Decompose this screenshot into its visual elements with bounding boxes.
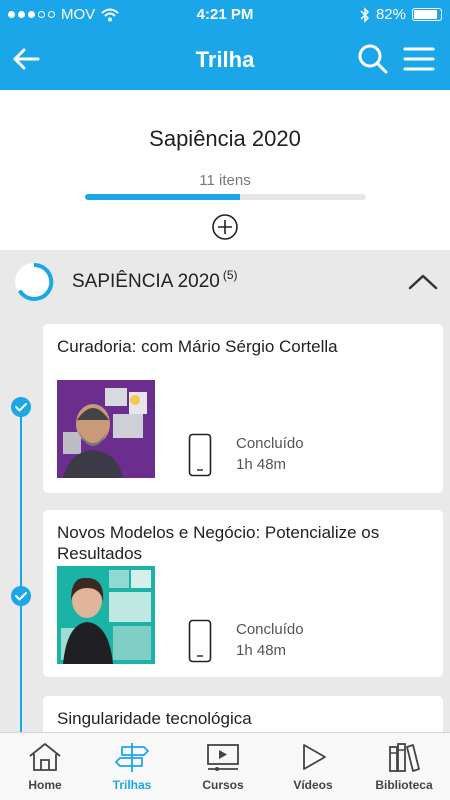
phone-device-icon: [188, 619, 212, 663]
tab-label: Vídeos: [293, 778, 333, 792]
section-title: SAPIÊNCIA 2020 (5): [72, 268, 238, 293]
play-icon: [303, 744, 326, 770]
tab-cursos[interactable]: Cursos: [178, 733, 268, 800]
home-icon: [29, 743, 61, 771]
trail-header: Sapiência 2020 11 itens: [0, 90, 450, 250]
bluetooth-icon: [360, 6, 370, 23]
signpost-icon: [115, 743, 149, 772]
battery-percent: 82%: [375, 6, 406, 23]
tab-label: Biblioteca: [375, 778, 433, 792]
tab-label: Cursos: [202, 778, 244, 792]
course-card[interactable]: Curadoria: com Mário Sérgio Cortella Con…: [43, 324, 443, 493]
section-header[interactable]: SAPIÊNCIA 2020 (5): [0, 250, 450, 314]
course-status: Concluído: [236, 435, 304, 452]
tab-biblioteca[interactable]: Biblioteca: [359, 733, 449, 800]
trail-progress-fill: [85, 194, 240, 200]
course-card[interactable]: Singularidade tecnológica: [43, 696, 443, 732]
tab-trilhas[interactable]: Trilhas: [87, 733, 177, 800]
course-title: Novos Modelos e Negócio: Potencialize os…: [57, 523, 380, 563]
chevron-up-icon[interactable]: [406, 270, 440, 294]
course-status: Concluído: [236, 621, 304, 638]
tab-home[interactable]: Home: [0, 733, 90, 800]
trail-progress-bar: [85, 194, 366, 200]
bottom-tab-bar: Home Trilhas Cursos Vídeos Biblioteca: [0, 732, 450, 800]
portrait-image: [57, 380, 155, 478]
course-title: Singularidade tecnológica: [57, 709, 252, 728]
timeline-line: [20, 410, 22, 732]
status-bar: MOV 4:21 PM 82%: [0, 0, 450, 30]
search-icon[interactable]: [356, 42, 390, 76]
section-progress-ring-icon: [15, 262, 54, 301]
check-circle-icon: [11, 397, 31, 417]
check-circle-icon: [11, 586, 31, 606]
course-thumbnail: [57, 380, 155, 478]
tab-label: Home: [28, 778, 62, 792]
trail-item-count: 11 itens: [199, 172, 251, 189]
course-duration: 1h 48m: [236, 456, 287, 473]
books-icon: [389, 743, 420, 772]
course-thumbnail: [57, 566, 155, 664]
section-title-text: SAPIÊNCIA 2020: [72, 271, 220, 292]
trail-title: Sapiência 2020: [149, 126, 301, 151]
tab-label: Trilhas: [112, 778, 152, 792]
course-duration: 1h 48m: [236, 642, 287, 659]
add-circle-icon[interactable]: [211, 213, 239, 241]
course-title: Curadoria: com Mário Sérgio Cortella: [57, 337, 338, 356]
portrait-image: [57, 566, 155, 664]
phone-device-icon: [188, 433, 212, 477]
section-count: (5): [222, 268, 238, 282]
battery-icon: [412, 8, 442, 21]
app-bar: Trilha: [0, 30, 450, 90]
status-right: 82%: [360, 6, 442, 23]
tab-videos[interactable]: Vídeos: [268, 733, 358, 800]
trail-section: SAPIÊNCIA 2020 (5) Curadoria: com Mário S…: [0, 250, 450, 732]
course-player-icon: [207, 744, 239, 771]
course-card[interactable]: Novos Modelos e Negócio: Potencialize os…: [43, 510, 443, 677]
hamburger-menu-icon[interactable]: [402, 42, 436, 76]
